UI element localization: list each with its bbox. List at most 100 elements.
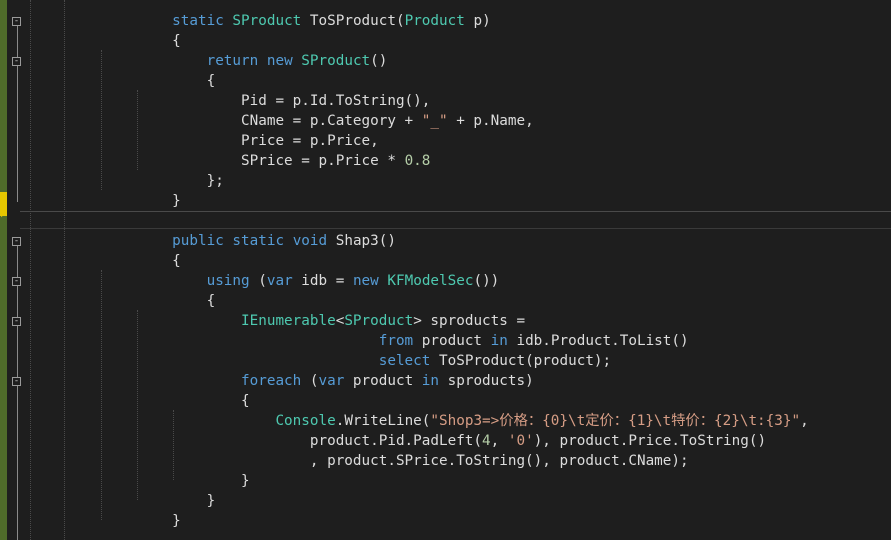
code-line[interactable]: { [0, 291, 809, 311]
code-token: , product.SPrice.ToString(), product.CNa… [309, 453, 689, 469]
code-line[interactable]: product.Pid.PadLeft(4, '0'), product.Pri… [0, 431, 809, 451]
code-token: Product [404, 13, 465, 29]
code-token: Shap3() [327, 233, 396, 249]
code-token: CName = p.Category + [241, 113, 422, 129]
code-line[interactable] [0, 211, 809, 231]
code-token: ToSProduct(product); [430, 353, 612, 369]
code-line[interactable]: from product in idb.Product.ToList() [0, 331, 809, 351]
code-token: sproducts) [439, 373, 534, 389]
code-token: product.Pid.PadLeft( [309, 433, 483, 449]
code-token: { [241, 393, 250, 409]
code-line[interactable]: } [0, 511, 809, 531]
code-line[interactable]: return new SProduct() [0, 51, 809, 71]
code-token: { [172, 253, 181, 269]
code-line[interactable]: select ToSProduct(product); [0, 351, 809, 371]
code-token: + p.Name, [447, 113, 534, 129]
code-line[interactable]: Price = p.Price, [0, 131, 809, 151]
code-token: IEnumerable [241, 313, 336, 329]
code-token: var [318, 373, 345, 389]
code-line[interactable]: }; [0, 171, 809, 191]
code-token: .WriteLine( [335, 413, 431, 429]
code-token: from [378, 333, 414, 349]
code-token: in [421, 373, 440, 389]
code-token: SPrice = p.Price * [241, 153, 405, 169]
code-token: static [172, 13, 224, 29]
code-token: }; [206, 173, 224, 189]
code-token: product [344, 373, 422, 389]
code-line[interactable]: } [0, 491, 809, 511]
code-token: { [206, 293, 216, 309]
code-token: { [206, 73, 216, 89]
code-token: ( [301, 373, 319, 389]
code-token: KFModelSec [387, 273, 474, 289]
code-token: } [241, 473, 250, 489]
code-line[interactable]: Pid = p.Id.ToString(), [0, 91, 809, 111]
code-token: new [352, 273, 379, 289]
code-token: 0.8 [404, 153, 431, 169]
code-line[interactable]: static SProduct ToSProduct(Product p) [0, 11, 809, 31]
code-line[interactable]: , product.SPrice.ToString(), product.CNa… [0, 451, 809, 471]
code-line[interactable]: public static void Shap3() [0, 231, 809, 251]
code-token: p) [464, 13, 491, 29]
code-token: Price = p.Price, [241, 133, 379, 149]
code-line[interactable]: { [0, 31, 809, 51]
code-token: , [800, 413, 809, 429]
code-token: select [378, 353, 431, 369]
code-line[interactable]: using (var idb = new KFModelSec()) [0, 271, 809, 291]
code-line[interactable]: IEnumerable<SProduct> sproducts = [0, 311, 809, 331]
code-token: ( [249, 273, 267, 289]
code-token: Pid = p.Id.ToString(), [241, 93, 431, 109]
code-token: product [413, 333, 491, 349]
code-token: var [266, 273, 293, 289]
code-line[interactable]: SPrice = p.Price * 0.8 [0, 151, 809, 171]
code-token: idb.Product.ToList() [507, 333, 689, 349]
code-token: ()) [473, 273, 500, 289]
code-token: { [172, 33, 181, 49]
code-token: public [172, 233, 224, 249]
code-token: } [172, 193, 181, 209]
code-line[interactable]: Console.WriteLine("Shop3=>价格：{0}\t定价：{1}… [0, 411, 809, 431]
code-token: "Shop3=>价格：{0}\t定价：{1}\t特价：{2}\t:{3}" [430, 413, 801, 429]
code-token: () [370, 53, 388, 69]
code-token: ToSProduct( [301, 13, 405, 29]
code-line[interactable]: } [0, 471, 809, 491]
code-line[interactable]: foreach (var product in sproducts) [0, 371, 809, 391]
code-token: "_" [421, 113, 448, 129]
code-token: > sproducts = [413, 313, 526, 329]
code-token: '0' [507, 433, 534, 449]
code-line[interactable]: { [0, 251, 809, 271]
code-token: ), product.Price.ToString() [533, 433, 767, 449]
code-line[interactable]: CName = p.Category + "_" + p.Name, [0, 111, 809, 131]
code-line[interactable]: } [0, 191, 809, 211]
code-token: static [232, 233, 285, 249]
code-line[interactable]: { [0, 391, 809, 411]
code-token: idb = [292, 273, 353, 289]
code-token: in [490, 333, 508, 349]
code-line[interactable]: { [0, 71, 809, 91]
code-area[interactable]: static SProduct ToSProduct(Product p) { … [0, 11, 809, 531]
